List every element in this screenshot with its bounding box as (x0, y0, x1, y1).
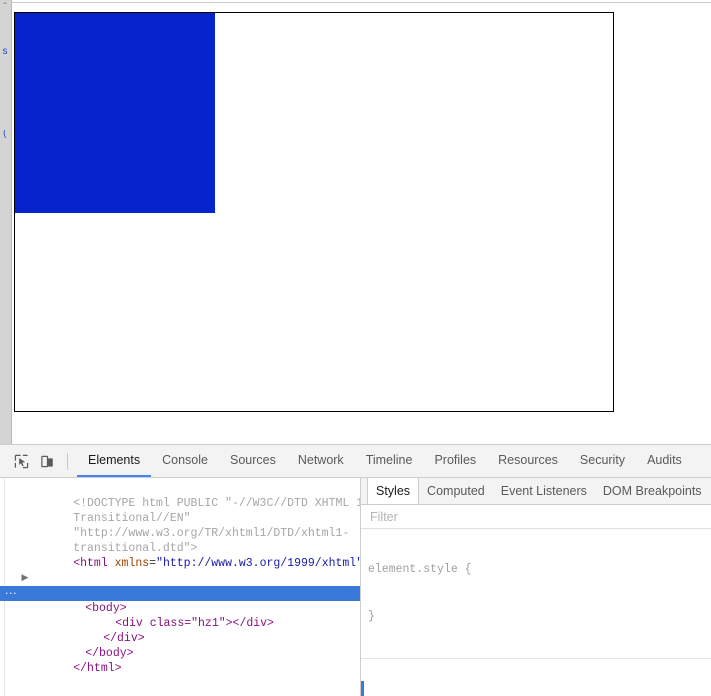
dom-node-html[interactable]: <html xmlns="http://www.w3.org/1999/xhtm… (0, 541, 360, 570)
tab-console[interactable]: Console (151, 445, 219, 477)
device-toolbar-icon[interactable] (36, 450, 58, 472)
gutter-mark-3: ( (2, 130, 9, 140)
devtools-panel: Elements Console Sources Network Timelin… (0, 444, 711, 696)
styles-pane: Styles Computed Event Listeners DOM Brea… (360, 478, 711, 696)
element-style-selector: element.style { (368, 563, 472, 576)
tab-styles[interactable]: Styles (367, 478, 420, 504)
dom-node-child-hz1[interactable]: <div class="hz1"></div> (0, 601, 360, 630)
inspected-box-element[interactable] (14, 12, 614, 412)
styles-rule-list: element.style { } .box { width: 600px; h… (361, 529, 711, 696)
devtools-toolbar: Elements Console Sources Network Timelin… (0, 445, 711, 478)
node-badge-dots[interactable]: ··· (5, 586, 17, 601)
dom-node-body-open[interactable]: ▼ <body> (0, 571, 360, 615)
tab-event-listeners[interactable]: Event Listeners (493, 478, 595, 504)
element-style-close: } (368, 609, 375, 623)
inspect-element-icon[interactable] (10, 450, 32, 472)
dom-node-head[interactable]: ▶ <head>…</head> (0, 556, 360, 600)
tab-security[interactable]: Security (569, 445, 636, 477)
device-toolbar-glyph (40, 455, 53, 467)
tab-resources[interactable]: Resources (487, 445, 569, 477)
styles-filter-row[interactable] (361, 505, 711, 529)
html-close-tag: </html> (73, 662, 122, 675)
gutter-mark-1: - (2, 0, 9, 10)
dom-node-selected-div-box[interactable]: ··· ▼ <div class="box"> == $0 (0, 586, 360, 645)
dom-doctype-line-3: "http://www.w3.org/TR/xhtml1/DTD/xhtml1- (0, 511, 360, 540)
devtools-body: <!DOCTYPE html PUBLIC "-//W3C//DTD XHTML… (0, 478, 711, 696)
page-left-gutter: - s ( (0, 0, 12, 444)
css-rule-element-style[interactable]: element.style { } (361, 529, 711, 659)
toolbar-separator (67, 452, 68, 470)
tab-profiles[interactable]: Profiles (423, 445, 487, 477)
dom-node-div-close: </div> (0, 616, 360, 645)
tab-timeline[interactable]: Timeline (355, 445, 424, 477)
page-top-divider (11, 2, 711, 3)
tab-network[interactable]: Network (287, 445, 355, 477)
tab-sources[interactable]: Sources (219, 445, 287, 477)
dom-node-html-close: </html> (0, 646, 360, 675)
page-viewport: - s ( (0, 0, 711, 444)
tab-elements[interactable]: Elements (77, 445, 152, 477)
inner-blue-square[interactable] (15, 13, 215, 213)
tab-dom-breakpoints[interactable]: DOM Breakpoints (595, 478, 710, 504)
devtools-tab-bar: Elements Console Sources Network Timelin… (77, 445, 693, 477)
dom-doctype-line-1: <!DOCTYPE html PUBLIC "-//W3C//DTD XHTML… (0, 481, 360, 510)
tab-audits[interactable]: Audits (636, 445, 693, 477)
gutter-mark-2: s (2, 48, 9, 58)
dom-node-body-close: </body> (0, 631, 360, 660)
dom-doctype-line-2: Transitional//EN" (0, 496, 360, 525)
tab-computed[interactable]: Computed (419, 478, 493, 504)
inspect-element-glyph (14, 454, 28, 468)
dom-tree-pane[interactable]: <!DOCTYPE html PUBLIC "-//W3C//DTD XHTML… (0, 478, 360, 696)
css-rule-box[interactable]: .box { width: 600px; height: 400px; bord… (361, 659, 711, 696)
styles-tab-bar: Styles Computed Event Listeners DOM Brea… (361, 478, 711, 505)
styles-filter-input[interactable] (368, 508, 698, 525)
rule-match-marker (361, 681, 364, 696)
dom-doctype-line-4: transitional.dtd"> (0, 526, 360, 555)
